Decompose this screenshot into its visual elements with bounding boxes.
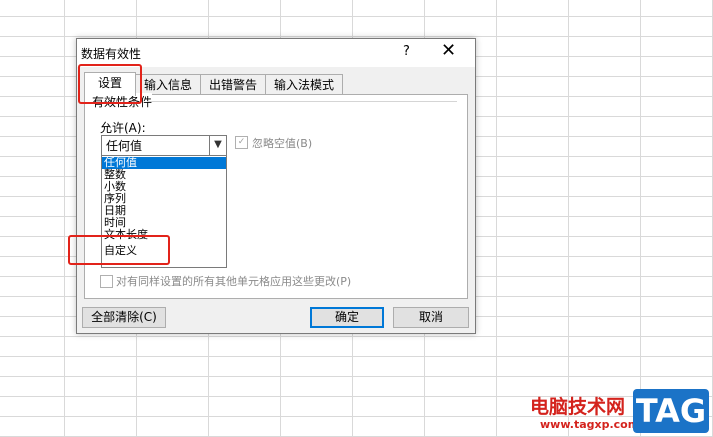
tab-error-alert[interactable]: 出错警告 [200,74,266,95]
tab-ime-mode[interactable]: 输入法模式 [265,74,343,95]
allow-label: 允许(A): [100,121,146,135]
apply-all-label: 对有同样设置的所有其他单元格应用这些更改(P) [116,275,352,288]
tag-logo: TAG [633,389,709,433]
allow-select[interactable]: 任何值 ▼ [101,135,227,156]
allow-select-value: 任何值 [106,139,143,153]
watermark-text: 电脑技术网 [530,396,626,418]
watermark-url: www.tagxp.com [540,418,640,431]
close-button[interactable]: ✕ [441,41,456,61]
ignore-blank-checkbox[interactable]: ✓ [235,136,248,149]
settings-tab-highlight [78,64,142,104]
group-divider [147,101,457,102]
help-button[interactable]: ? [403,44,410,59]
clear-all-button[interactable]: 全部清除(C) [82,307,166,328]
dialog-titlebar: 数据有效性 ? ✕ [77,39,475,67]
ok-button[interactable]: 确定 [310,307,384,328]
settings-panel: 有效性条件 允许(A): 任何值 ▼ 任何值 整数 小数 序列 日期 时间 文本… [84,93,468,299]
custom-option-highlight [68,235,170,265]
apply-all-checkbox[interactable] [100,275,113,288]
dialog-title: 数据有效性 [81,47,142,61]
cancel-button[interactable]: 取消 [393,307,469,328]
chevron-down-icon[interactable]: ▼ [209,136,226,155]
tab-input-message[interactable]: 输入信息 [135,74,201,95]
ignore-blank-label: 忽略空值(B) [252,137,313,150]
